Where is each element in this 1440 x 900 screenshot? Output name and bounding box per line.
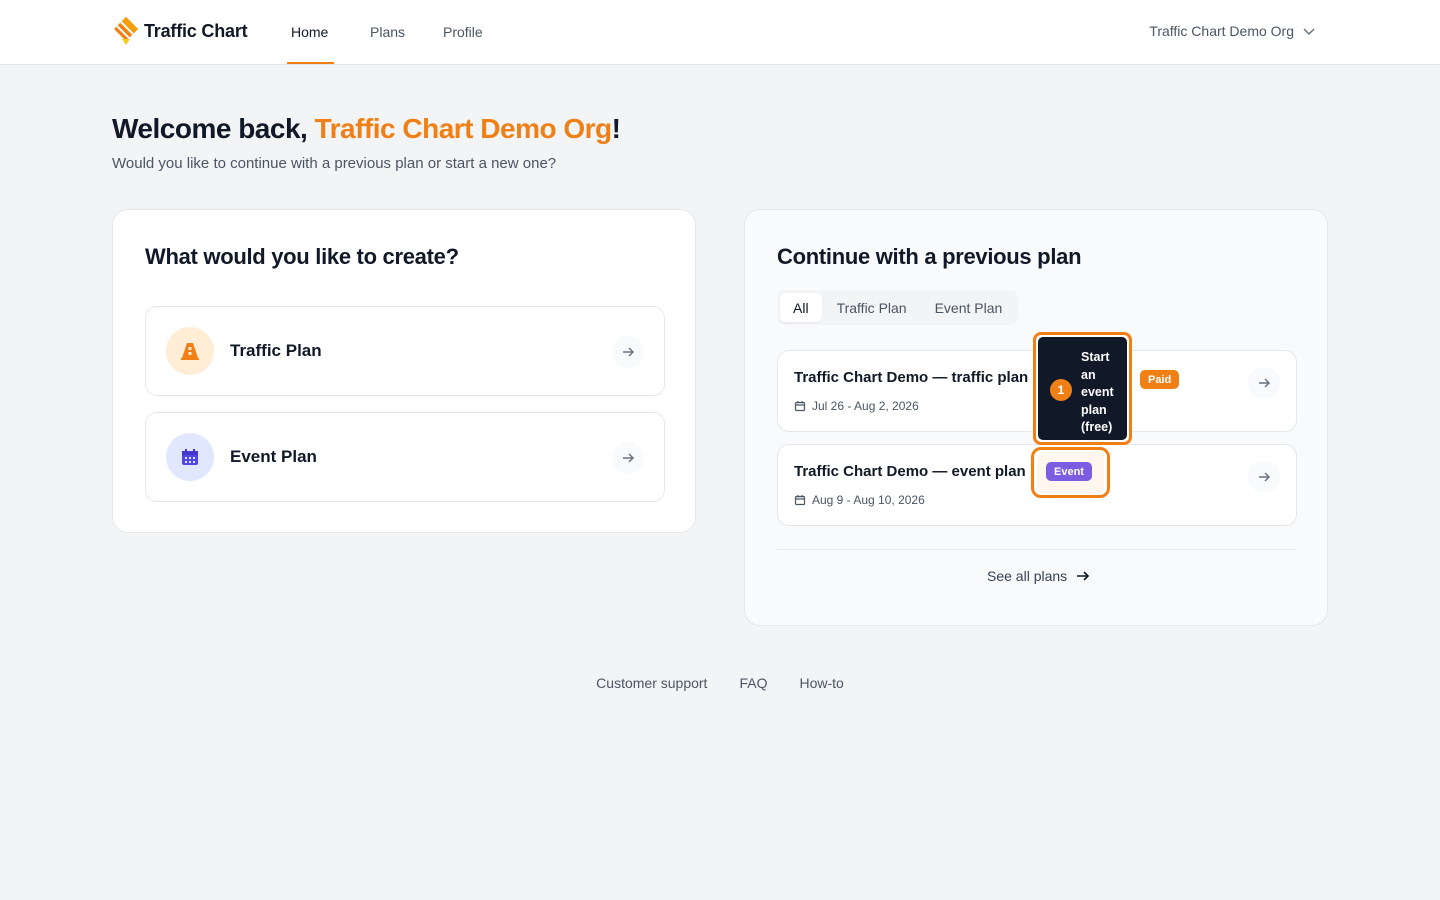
arrow-right-icon	[612, 442, 644, 474]
chevron-down-icon	[1303, 28, 1315, 36]
tab-all[interactable]: All	[780, 293, 822, 322]
tour-tooltip[interactable]: 1 Start an event plan (free)	[1033, 332, 1132, 445]
welcome-heading: Welcome back, Traffic Chart Demo Org!	[112, 113, 621, 145]
tab-event-plan[interactable]: Event Plan	[922, 293, 1016, 322]
calendar-small-icon	[794, 495, 806, 506]
calendar-icon	[166, 433, 214, 481]
welcome-prefix: Welcome back,	[112, 113, 315, 144]
plan-date: Aug 9 - Aug 10, 2026	[794, 493, 925, 507]
plan-name: Traffic Chart Demo — traffic plan	[794, 369, 1029, 386]
create-traffic-plan-label: Traffic Plan	[230, 341, 322, 360]
plan-filter-tabs: All Traffic Plan Event Plan	[777, 290, 1019, 325]
create-card-title: What would you like to create?	[145, 244, 459, 269]
welcome-subtitle: Would you like to continue with a previo…	[112, 155, 557, 172]
plan-date: Jul 26 - Aug 2, 2026	[794, 399, 919, 413]
traffic-cone-icon	[166, 327, 214, 375]
previous-plans-title: Continue with a previous plan	[777, 244, 1082, 269]
brand-name: Traffic Chart	[144, 20, 248, 41]
arrow-right-icon	[1077, 571, 1090, 581]
logo-icon	[114, 17, 138, 45]
top-header: Traffic Chart Home Plans Profile Traffic…	[0, 0, 1440, 65]
arrow-right-icon	[1248, 367, 1280, 399]
see-all-plans-label: See all plans	[987, 568, 1068, 584]
nav-profile[interactable]: Profile	[443, 24, 483, 40]
arrow-right-icon	[612, 336, 644, 368]
plan-name: Traffic Chart Demo — event plan	[794, 463, 1026, 480]
divider	[777, 549, 1297, 550]
welcome-suffix: !	[611, 113, 621, 144]
tour-tooltip-body: 1 Start an event plan (free)	[1038, 337, 1127, 440]
calendar-small-icon	[794, 401, 806, 412]
footer-faq[interactable]: FAQ	[739, 675, 767, 691]
create-event-plan-button[interactable]: Event Plan	[145, 412, 665, 502]
arrow-right-icon	[1248, 461, 1280, 493]
brand-logo[interactable]: Traffic Chart	[112, 15, 248, 47]
welcome-org-name: Traffic Chart Demo Org	[314, 113, 613, 144]
nav-plans[interactable]: Plans	[370, 24, 405, 40]
status-badge-paid: Paid	[1140, 370, 1180, 389]
tour-step-text: Start an event plan (free)	[1081, 350, 1114, 434]
tour-highlight-ring	[1031, 447, 1110, 498]
plan-date-text: Jul 26 - Aug 2, 2026	[812, 399, 919, 413]
footer-how-to[interactable]: How-to	[799, 675, 843, 691]
tab-traffic-plan[interactable]: Traffic Plan	[824, 293, 920, 322]
create-traffic-plan-button[interactable]: Traffic Plan	[145, 306, 665, 396]
org-selector[interactable]: Traffic Chart Demo Org	[1149, 23, 1316, 39]
create-card: What would you like to create? Traffic P…	[112, 209, 696, 533]
footer-links: Customer support FAQ How-to	[0, 675, 1440, 691]
tour-step-number: 1	[1050, 379, 1072, 401]
plan-date-text: Aug 9 - Aug 10, 2026	[812, 493, 925, 507]
org-selector-label: Traffic Chart Demo Org	[1149, 23, 1294, 39]
nav-active-indicator	[287, 62, 334, 64]
footer-customer-support[interactable]: Customer support	[596, 675, 707, 691]
see-all-plans-link[interactable]: See all plans	[987, 568, 1091, 584]
nav-home[interactable]: Home	[291, 24, 328, 40]
create-event-plan-label: Event Plan	[230, 447, 317, 466]
